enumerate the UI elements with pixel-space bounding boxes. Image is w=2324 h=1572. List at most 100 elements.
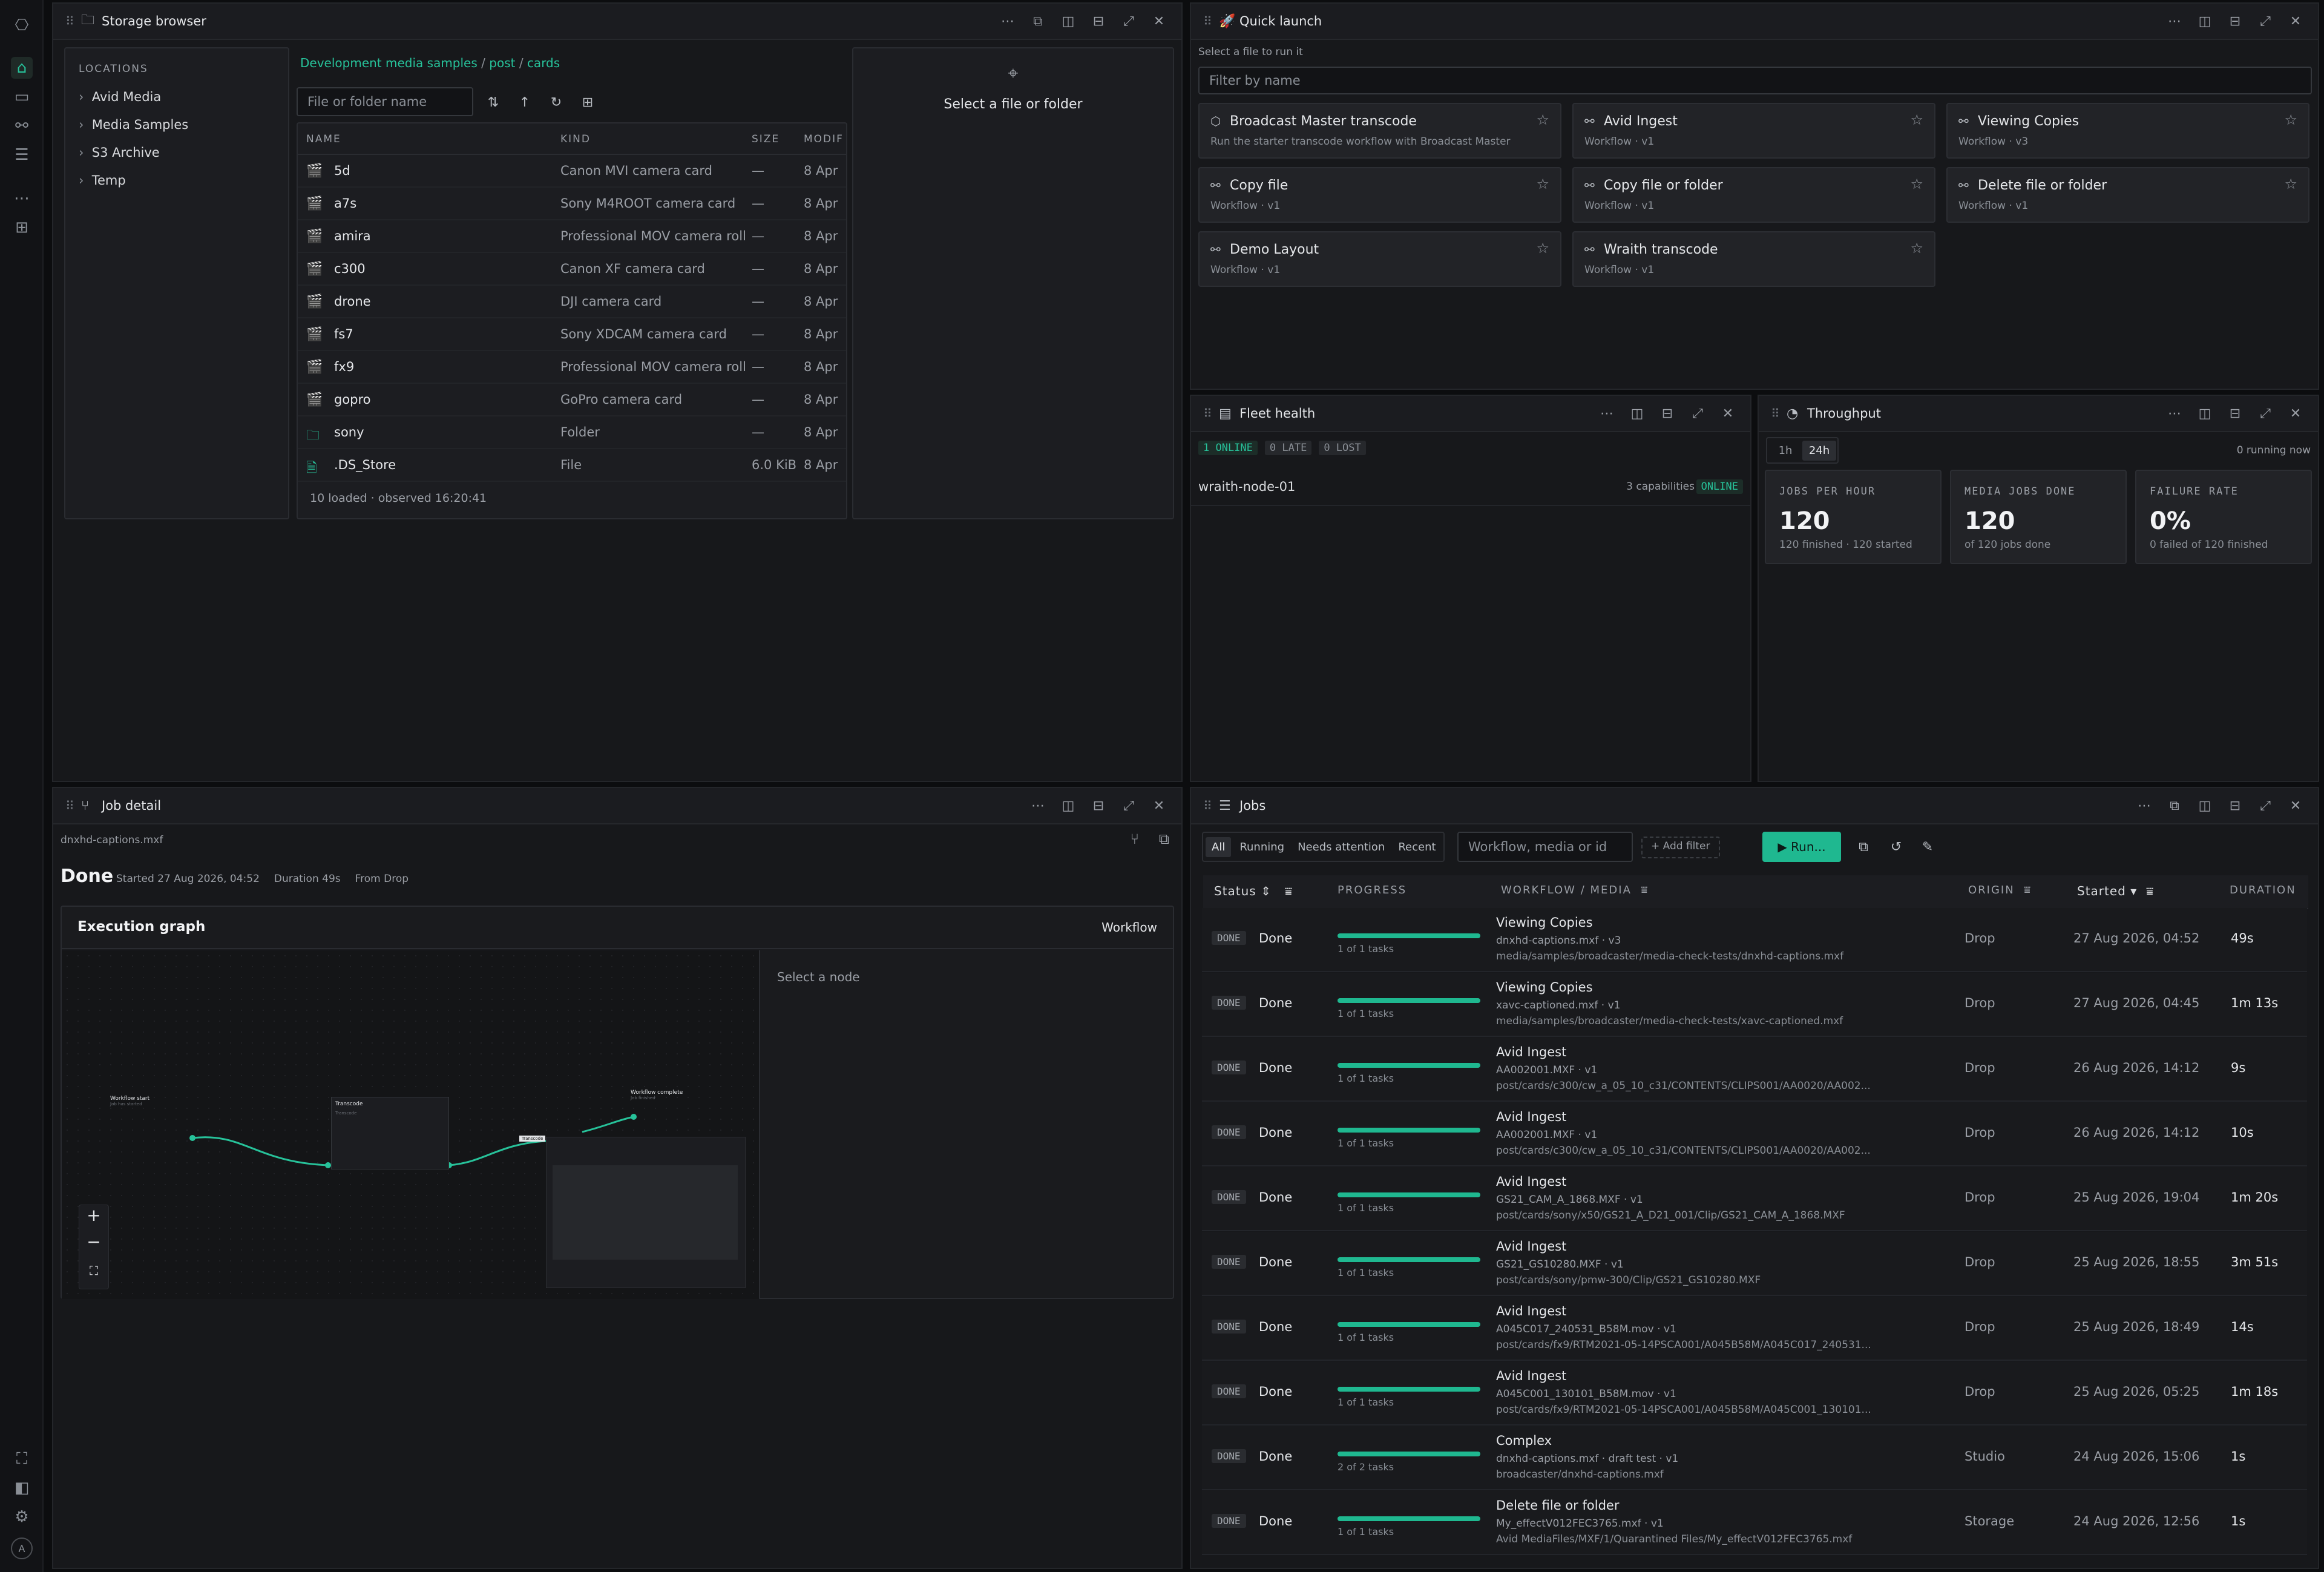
job-row[interactable]: DONE Done 1 of 1 tasks Viewing Copies dnxhd-… — [1202, 908, 2307, 972]
file-row[interactable]: 🗎 .DS_Store File 6.0 KiB 8 Apr — [298, 449, 846, 482]
file-row[interactable]: 🎬 drone DJI camera card — 8 Apr — [298, 286, 846, 318]
filter-icon[interactable]: ⩸ — [2024, 884, 2032, 896]
drag-handle-icon[interactable]: ⠿ — [1771, 406, 1787, 421]
job-row[interactable]: DONE Done 1 of 1 tasks Avid Ingest AA002001.… — [1202, 1102, 2307, 1166]
split-vertical-icon[interactable]: ◫ — [2190, 406, 2220, 421]
close-icon[interactable]: ✕ — [2280, 798, 2311, 814]
tab-running[interactable]: Running — [1235, 837, 1289, 857]
job-row[interactable]: DONE Done 1 of 1 tasks Avid Ingest A045C001_… — [1202, 1361, 2307, 1426]
home-icon[interactable]: ⌂ — [11, 57, 33, 79]
star-icon[interactable]: ☆ — [1536, 176, 1549, 192]
tab-recent[interactable]: Recent — [1393, 837, 1440, 857]
history-icon[interactable]: ↺ — [1881, 832, 1911, 862]
maximize-icon[interactable]: ⤢ — [2250, 14, 2280, 29]
close-icon[interactable]: ✕ — [1144, 14, 1174, 29]
quick-filter-input[interactable]: Filter by name — [1198, 67, 2312, 94]
tab-all[interactable]: All — [1206, 837, 1232, 857]
open-external-icon[interactable]: ⧉ — [1159, 830, 1169, 847]
file-row[interactable]: 🎬 fx9 Professional MOV camera roll — 8 Apr — [298, 351, 846, 384]
maximize-icon[interactable]: ⤢ — [2250, 798, 2280, 814]
job-row[interactable]: DONE Done 1 of 1 tasks Avid Ingest GS21_GS10… — [1202, 1232, 2307, 1296]
filter-icon[interactable]: ⩸ — [2146, 884, 2154, 898]
more-icon[interactable]: ⋯ — [2159, 14, 2190, 29]
drag-handle-icon[interactable]: ⠿ — [1203, 798, 1219, 813]
avatar[interactable]: A — [11, 1537, 33, 1559]
drag-handle-icon[interactable]: ⠿ — [65, 798, 81, 813]
split-horizontal-icon[interactable]: ⊟ — [1083, 798, 1114, 814]
star-icon[interactable]: ☆ — [1536, 240, 1549, 257]
column-header-workflow[interactable]: WORKFLOW / MEDIA ⩸ — [1501, 884, 1649, 896]
more-icon[interactable]: ⋯ — [993, 14, 1023, 29]
split-horizontal-icon[interactable]: ⊟ — [2220, 798, 2250, 814]
workflow-icon[interactable]: ⚯ — [11, 115, 33, 137]
more-icon[interactable]: ⋯ — [11, 188, 33, 209]
split-horizontal-icon[interactable]: ⊟ — [2220, 14, 2250, 29]
quick-launch-tile[interactable]: ⬡ Broadcast Master transcode Run the start… — [1198, 103, 1561, 159]
job-row[interactable]: DONE Done 1 of 1 tasks Viewing Copies xavc-c… — [1202, 973, 2307, 1037]
job-row[interactable]: DONE Done 2 of 2 tasks Complex dnxhd-caption… — [1202, 1426, 2307, 1490]
edit-icon[interactable]: ✎ — [1912, 832, 1943, 862]
more-icon[interactable]: ⋯ — [1592, 406, 1622, 421]
jobs-search-input[interactable]: Workflow, media or id — [1457, 832, 1633, 862]
expand-icon[interactable]: ⛶ — [11, 1448, 33, 1470]
breadcrumb-item[interactable]: post — [489, 56, 515, 70]
maximize-icon[interactable]: ⤢ — [1682, 406, 1713, 421]
graph-node-start[interactable]: Workflow start Job has started — [110, 1096, 201, 1144]
location-item[interactable]: › Media Samples — [79, 117, 284, 145]
job-row[interactable]: DONE Done 1 of 1 tasks Avid Ingest A045C017_… — [1202, 1297, 2307, 1361]
logo-icon[interactable]: ⎔ — [11, 15, 33, 36]
file-search-input[interactable]: File or folder name — [297, 87, 473, 116]
column-header-started[interactable]: Started ▾ ⩸ — [2077, 884, 2154, 898]
column-header-status[interactable]: Status ⇕ ⩸ — [1214, 884, 1293, 898]
add-filter-button[interactable]: + Add filter — [1641, 837, 1720, 858]
quick-launch-tile[interactable]: ⚯ Delete file or folder Workflow · v1 ☆ — [1946, 167, 2309, 223]
file-row[interactable]: 🗀 sony Folder — 8 Apr — [298, 416, 846, 449]
maximize-icon[interactable]: ⤢ — [1114, 798, 1144, 814]
settings-icon[interactable]: ⚙ — [11, 1506, 33, 1528]
column-header-origin[interactable]: ORIGIN ⩸ — [1968, 884, 2032, 896]
split-horizontal-icon[interactable]: ⊟ — [1652, 406, 1682, 421]
file-row[interactable]: 🎬 amira Professional MOV camera roll — 8 Apr — [298, 220, 846, 253]
column-header[interactable]: KIND — [560, 133, 591, 145]
maximize-icon[interactable]: ⤢ — [1114, 14, 1144, 29]
quick-launch-tile[interactable]: ⚯ Copy file Workflow · v1 ☆ — [1198, 167, 1561, 223]
split-horizontal-icon[interactable]: ⊟ — [1083, 14, 1114, 29]
filter-icon[interactable]: ⩸ — [1641, 884, 1649, 896]
up-arrow-icon[interactable]: ↑ — [511, 88, 539, 116]
job-row[interactable]: DONE Done 1 of 1 tasks Delete file or folde… — [1202, 1491, 2307, 1555]
branch-icon[interactable]: ⑂ — [1131, 830, 1139, 847]
close-icon[interactable]: ✕ — [1144, 798, 1174, 814]
graph-node-transcode[interactable]: Transcode Transcode — [331, 1097, 449, 1169]
file-row[interactable]: 🎬 fs7 Sony XDCAM camera card — 8 Apr — [298, 318, 846, 351]
file-row[interactable]: 🎬 5d Canon MVI camera card — 8 Apr — [298, 155, 846, 188]
split-horizontal-icon[interactable]: ⊟ — [2220, 406, 2250, 421]
file-row[interactable]: 🎬 c300 Canon XF camera card — 8 Apr — [298, 253, 846, 286]
graph-canvas[interactable]: Workflow start Job has started Transcode… — [62, 950, 759, 1299]
job-row[interactable]: DONE Done 1 of 1 tasks Avid Ingest AA002001.… — [1202, 1038, 2307, 1102]
drag-handle-icon[interactable]: ⠿ — [1203, 406, 1219, 421]
grid-icon[interactable]: ⊞ — [11, 217, 33, 238]
column-header[interactable]: NAME — [306, 133, 341, 145]
quick-launch-tile[interactable]: ⚯ Wraith transcode Workflow · v1 ☆ — [1572, 231, 1935, 287]
maximize-icon[interactable]: ⤢ — [2250, 406, 2280, 421]
star-icon[interactable]: ☆ — [1910, 176, 1923, 192]
run-button[interactable]: ▶ Run... — [1762, 832, 1841, 862]
range-1h[interactable]: 1h — [1768, 444, 1802, 457]
split-vertical-icon[interactable]: ◫ — [1053, 798, 1083, 814]
graph-tab-workflow[interactable]: Workflow — [1101, 920, 1157, 935]
more-icon[interactable]: ⋯ — [2129, 798, 2159, 814]
popout-icon[interactable]: ⧉ — [1023, 14, 1053, 29]
star-icon[interactable]: ☆ — [2284, 176, 2297, 192]
file-row[interactable]: 🎬 gopro GoPro camera card — 8 Apr — [298, 384, 846, 416]
graph-node-complete[interactable]: Workflow complete Job finished — [631, 1090, 740, 1114]
breadcrumb-item[interactable]: Development media samples — [300, 56, 478, 70]
zoom-out-icon[interactable]: − — [79, 1232, 108, 1258]
location-item[interactable]: › Temp — [79, 173, 284, 201]
column-header-progress[interactable]: PROGRESS — [1338, 884, 1407, 896]
range-24h[interactable]: 24h — [1802, 440, 1836, 461]
close-icon[interactable]: ✕ — [1713, 406, 1743, 421]
filter-icon[interactable]: ⩸ — [1285, 884, 1293, 898]
close-icon[interactable]: ✕ — [2280, 14, 2311, 29]
drag-handle-icon[interactable]: ⠿ — [65, 14, 81, 28]
drag-handle-icon[interactable]: ⠿ — [1203, 14, 1219, 28]
